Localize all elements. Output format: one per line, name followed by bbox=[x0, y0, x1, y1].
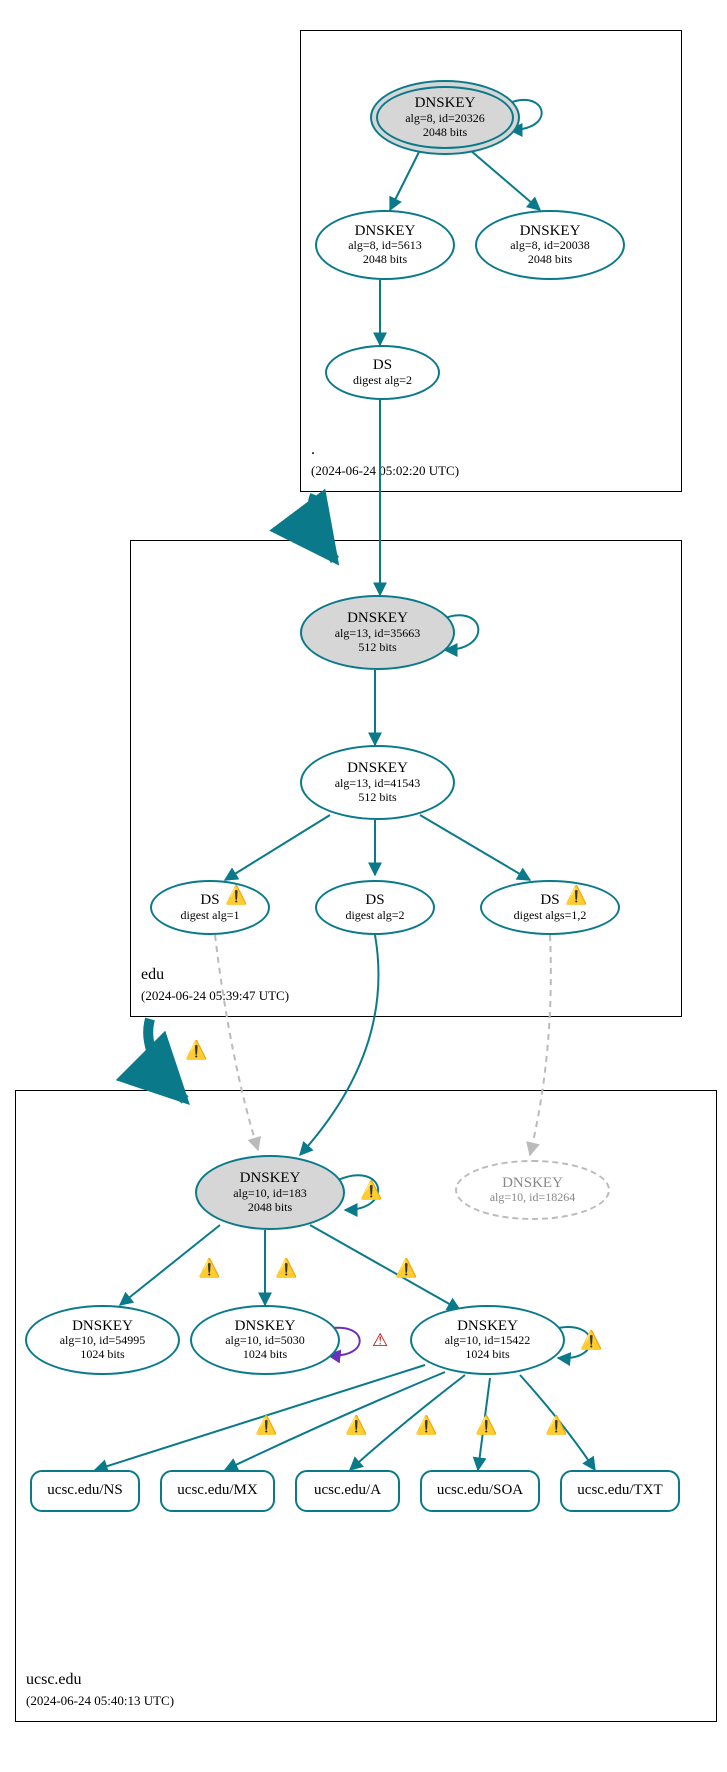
zone-edu-label: edu bbox=[141, 966, 164, 984]
node-edu-zsk[interactable]: DNSKEY alg=13, id=41543 512 bits bbox=[300, 745, 455, 820]
rrset-ns[interactable]: ucsc.edu/NS bbox=[30, 1470, 140, 1512]
node-title: DNSKEY bbox=[72, 1318, 133, 1335]
node-line: 1024 bits bbox=[465, 1348, 509, 1362]
node-line: alg=10, id=183 bbox=[233, 1187, 307, 1201]
node-edu-ds3[interactable]: DS digest algs=1,2 bbox=[480, 880, 620, 935]
node-line: 2048 bits bbox=[528, 253, 572, 267]
node-ucsc-zsk2[interactable]: DNSKEY alg=10, id=5030 1024 bits bbox=[190, 1305, 340, 1375]
node-line: alg=10, id=18264 bbox=[490, 1191, 576, 1205]
node-line: 2048 bits bbox=[248, 1201, 292, 1215]
zone-ucsc-label: ucsc.edu bbox=[26, 1671, 82, 1689]
rrset-soa[interactable]: ucsc.edu/SOA bbox=[420, 1470, 540, 1512]
node-edu-ds1[interactable]: DS digest alg=1 bbox=[150, 880, 270, 935]
node-title: DNSKEY bbox=[415, 95, 476, 112]
node-line: alg=10, id=15422 bbox=[445, 1334, 531, 1348]
node-line: digest alg=2 bbox=[353, 374, 412, 388]
node-line: alg=10, id=54995 bbox=[60, 1334, 146, 1348]
node-ucsc-zsk3[interactable]: DNSKEY alg=10, id=15422 1024 bits bbox=[410, 1305, 565, 1375]
node-line: digest alg=1 bbox=[180, 909, 239, 923]
zone-ucsc: ucsc.edu (2024-06-24 05:40:13 UTC) bbox=[15, 1090, 717, 1722]
node-title: DS bbox=[373, 357, 392, 374]
node-root-zsk1[interactable]: DNSKEY alg=8, id=5613 2048 bits bbox=[315, 210, 455, 280]
zone-root-time: (2024-06-24 05:02:20 UTC) bbox=[311, 463, 459, 479]
node-line: 2048 bits bbox=[423, 126, 467, 140]
node-root-ksk[interactable]: DNSKEY alg=8, id=20326 2048 bits bbox=[370, 80, 520, 155]
node-line: digest alg=2 bbox=[345, 909, 404, 923]
zone-edu-time: (2024-06-24 05:39:47 UTC) bbox=[141, 988, 289, 1004]
node-title: DS bbox=[365, 892, 384, 909]
node-line: alg=8, id=5613 bbox=[348, 239, 422, 253]
rrset-a[interactable]: ucsc.edu/A bbox=[295, 1470, 400, 1512]
node-line: alg=13, id=41543 bbox=[335, 777, 421, 791]
node-title: DNSKEY bbox=[347, 760, 408, 777]
rrset-txt[interactable]: ucsc.edu/TXT bbox=[560, 1470, 680, 1512]
node-title: DNSKEY bbox=[355, 223, 416, 240]
node-ucsc-missing-key[interactable]: DNSKEY alg=10, id=18264 bbox=[455, 1160, 610, 1220]
node-line: digest algs=1,2 bbox=[514, 909, 587, 923]
node-line: alg=13, id=35663 bbox=[335, 627, 421, 641]
node-edu-ds2[interactable]: DS digest alg=2 bbox=[315, 880, 435, 935]
warn-icon: ⚠️ bbox=[185, 1040, 207, 1061]
node-title: DNSKEY bbox=[240, 1170, 301, 1187]
node-title: DNSKEY bbox=[347, 610, 408, 627]
zone-root-label: . bbox=[311, 441, 315, 459]
node-line: 1024 bits bbox=[80, 1348, 124, 1362]
node-title: DS bbox=[540, 892, 559, 909]
node-line: 1024 bits bbox=[243, 1348, 287, 1362]
zone-ucsc-time: (2024-06-24 05:40:13 UTC) bbox=[26, 1693, 174, 1709]
node-title: DNSKEY bbox=[520, 223, 581, 240]
node-line: alg=10, id=5030 bbox=[225, 1334, 305, 1348]
node-title: DNSKEY bbox=[502, 1175, 563, 1192]
node-root-zsk2[interactable]: DNSKEY alg=8, id=20038 2048 bits bbox=[475, 210, 625, 280]
node-line: 512 bits bbox=[358, 641, 396, 655]
node-edu-ksk[interactable]: DNSKEY alg=13, id=35663 512 bits bbox=[300, 595, 455, 670]
node-title: DNSKEY bbox=[235, 1318, 296, 1335]
node-line: alg=8, id=20038 bbox=[510, 239, 590, 253]
node-ucsc-zsk1[interactable]: DNSKEY alg=10, id=54995 1024 bits bbox=[25, 1305, 180, 1375]
node-root-ds[interactable]: DS digest alg=2 bbox=[325, 345, 440, 400]
node-line: 2048 bits bbox=[363, 253, 407, 267]
rrset-mx[interactable]: ucsc.edu/MX bbox=[160, 1470, 275, 1512]
node-line: 512 bits bbox=[358, 791, 396, 805]
node-title: DS bbox=[200, 892, 219, 909]
node-title: DNSKEY bbox=[457, 1318, 518, 1335]
node-line: alg=8, id=20326 bbox=[405, 112, 485, 126]
node-ucsc-ksk[interactable]: DNSKEY alg=10, id=183 2048 bits bbox=[195, 1155, 345, 1230]
